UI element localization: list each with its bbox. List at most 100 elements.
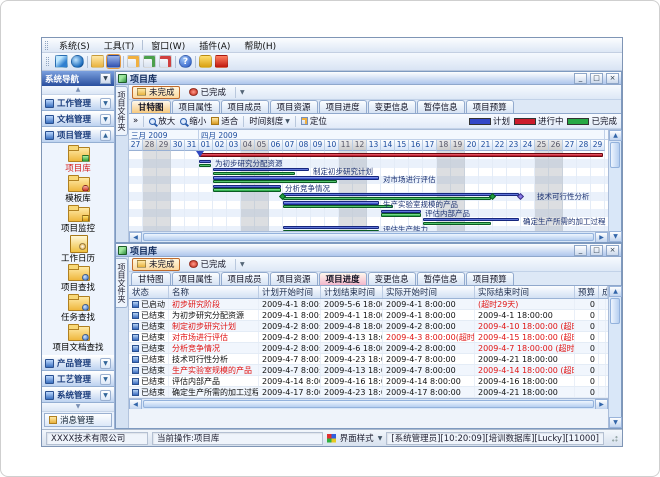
column-header-plan-end[interactable]: 计划结束时间 bbox=[321, 286, 383, 298]
gantt-bar-done[interactable] bbox=[213, 180, 337, 183]
gantt-marker-tri-blue[interactable] bbox=[196, 151, 204, 157]
table-row[interactable]: 已结束 分析竞争情况 2009-4-2 8:00:00 2009-4-6 18:… bbox=[129, 343, 608, 354]
maximize-button[interactable]: □ bbox=[590, 245, 603, 256]
gantt-row[interactable]: 技术可行性分析 bbox=[129, 192, 608, 200]
chevron-icon[interactable] bbox=[100, 98, 111, 109]
column-header-status[interactable]: 状态 bbox=[129, 286, 169, 298]
monitor-icon[interactable] bbox=[55, 55, 68, 68]
scroll-thumb[interactable] bbox=[143, 233, 594, 241]
sidebar-nav-item[interactable]: 项目文档查找 bbox=[42, 323, 114, 353]
minimize-button[interactable]: _ bbox=[574, 245, 587, 256]
locate-button[interactable]: 定位 bbox=[301, 115, 327, 127]
filter-button[interactable]: 已完成 bbox=[184, 258, 232, 271]
tab-message-management[interactable]: 消息管理 bbox=[44, 413, 112, 427]
chevron-icon[interactable] bbox=[100, 130, 111, 141]
scroll-thumb[interactable] bbox=[143, 400, 594, 408]
filter-button[interactable]: 已完成 bbox=[184, 86, 232, 99]
gantt-bar-plan[interactable] bbox=[283, 201, 379, 204]
sidebar-section-header[interactable]: 文档管理 bbox=[42, 111, 114, 127]
tab[interactable]: 项目资源 bbox=[270, 100, 318, 113]
sidebar-nav-item[interactable]: 模板库 bbox=[42, 175, 114, 205]
gantt-bar-done[interactable] bbox=[381, 213, 421, 216]
menu-item[interactable]: 系统(S) bbox=[53, 39, 96, 52]
toolbar-separator[interactable] bbox=[175, 56, 176, 68]
gantt-bar-done[interactable] bbox=[199, 164, 211, 167]
resize-grip[interactable] bbox=[610, 434, 618, 442]
tab[interactable]: 项目资源 bbox=[270, 272, 318, 285]
sidebar-section-header[interactable]: 工艺管理 bbox=[42, 371, 114, 387]
table-row[interactable]: 已结束 确定生产所需的加工过程 2009-4-17 8:00:00 2009-4… bbox=[129, 387, 608, 398]
tab[interactable]: 暂停信息 bbox=[417, 100, 465, 113]
scroll-up-icon[interactable]: ▲ bbox=[609, 130, 622, 141]
sidebar-section-header[interactable]: 系统管理 bbox=[42, 387, 114, 403]
pin-icon[interactable]: ▼ bbox=[100, 73, 111, 84]
tab[interactable]: 暂停信息 bbox=[417, 272, 465, 285]
tab[interactable]: 项目属性 bbox=[172, 100, 220, 113]
gantt-marker-diam-purple[interactable] bbox=[517, 193, 524, 200]
scroll-left-icon[interactable]: ◀ bbox=[129, 232, 142, 242]
open-folder-icon[interactable] bbox=[91, 55, 104, 68]
menu-item[interactable]: 帮助(H) bbox=[238, 39, 282, 52]
tab[interactable]: 甘特图 bbox=[131, 272, 171, 285]
gantt-horizontal-scrollbar[interactable]: ◀ ▶ bbox=[129, 231, 608, 242]
gantt-bar-done[interactable] bbox=[213, 188, 281, 191]
scroll-right-icon[interactable]: ▶ bbox=[595, 232, 608, 242]
tab[interactable]: 变更信息 bbox=[368, 100, 416, 113]
gantt-bar-plan[interactable] bbox=[423, 218, 519, 221]
gantt-bar-done[interactable] bbox=[423, 222, 491, 225]
gantt-bar-plan[interactable] bbox=[213, 185, 281, 188]
chevron-icon[interactable] bbox=[100, 374, 111, 385]
table-vertical-scrollbar[interactable]: ▲ ▼ bbox=[608, 286, 621, 428]
toolbar-separator[interactable] bbox=[195, 56, 196, 68]
interface-style-button[interactable]: 界面样式 bbox=[340, 432, 374, 444]
gantt-vertical-scrollbar[interactable]: ▲ ▼ bbox=[608, 130, 621, 242]
close-button[interactable]: × bbox=[606, 73, 619, 84]
sidebar-nav-item[interactable]: 项目查找 bbox=[42, 264, 114, 294]
tab-project-folder[interactable]: 项目文件夹 bbox=[116, 86, 128, 136]
tab[interactable]: 项目属性 bbox=[172, 272, 220, 285]
sidebar-nav-item[interactable]: 工作日历 bbox=[42, 234, 114, 264]
gantt-bar-plan[interactable] bbox=[213, 176, 379, 179]
column-header-actual-end[interactable]: 实际结束时间 bbox=[475, 286, 575, 298]
globe-icon[interactable] bbox=[71, 55, 84, 68]
menu-item[interactable]: 插件(A) bbox=[193, 39, 236, 52]
tab[interactable]: 项目成员 bbox=[221, 272, 269, 285]
chevron-icon[interactable] bbox=[100, 358, 111, 369]
scroll-down-icon[interactable]: ▼ bbox=[609, 417, 622, 428]
gantt-bar-done[interactable] bbox=[283, 205, 393, 208]
gantt-bar-done[interactable] bbox=[283, 230, 379, 231]
gantt-bar-plan[interactable] bbox=[213, 168, 309, 171]
column-header-cost[interactable]: 成 bbox=[599, 286, 608, 298]
scroll-up-icon[interactable]: ▲ bbox=[609, 286, 622, 297]
column-header-name[interactable]: 名称 bbox=[169, 286, 259, 298]
tab[interactable]: 项目进度 bbox=[319, 272, 367, 285]
table-horizontal-scrollbar[interactable]: ◀ ▶ bbox=[129, 398, 608, 409]
chevron-icon[interactable] bbox=[100, 390, 111, 401]
sidebar-nav-item[interactable]: 项目库 bbox=[42, 145, 114, 175]
table-row[interactable]: 已结束 制定初步研究计划 2009-4-2 8:00:00 2009-4-8 1… bbox=[129, 321, 608, 332]
table-row[interactable]: 已结束 为初步研究分配资源 2009-4-1 8:00:00 2009-4-1 … bbox=[129, 310, 608, 321]
toolbar-overflow-chevron[interactable]: » bbox=[133, 116, 138, 126]
maximize-button[interactable]: □ bbox=[590, 73, 603, 84]
zoom-in-button[interactable]: 放大 bbox=[149, 115, 175, 127]
doc-delete-icon[interactable] bbox=[159, 55, 172, 68]
doc-edit-icon[interactable] bbox=[143, 55, 156, 68]
timescale-button[interactable]: 时间刻度▼ bbox=[249, 115, 290, 127]
toolbar-separator[interactable] bbox=[123, 56, 124, 68]
tab[interactable]: 变更信息 bbox=[368, 272, 416, 285]
sidebar-section-header[interactable]: 产品管理 bbox=[42, 355, 114, 371]
gantt-row[interactable]: 确定生产所需的加工过程 bbox=[129, 217, 608, 225]
tab[interactable]: 项目成员 bbox=[221, 100, 269, 113]
lock-icon[interactable] bbox=[199, 55, 212, 68]
tab[interactable]: 项目预算 bbox=[466, 100, 514, 113]
sidebar-strip[interactable]: ▲ bbox=[42, 86, 114, 95]
fit-button[interactable]: 适合 bbox=[211, 115, 238, 127]
gantt-bar-plan[interactable] bbox=[199, 160, 211, 163]
chevron-icon[interactable] bbox=[100, 114, 111, 125]
table-row[interactable]: 已结束 评估内部产品 2009-4-14 8:00:00 2009-4-16 1… bbox=[129, 376, 608, 387]
sidebar-strip-bottom[interactable]: ▼ bbox=[42, 403, 114, 412]
filter-button[interactable]: 未完成 bbox=[132, 258, 180, 271]
table-row[interactable]: 已结束 生产实验室规模的产品 2009-4-7 8:00:00 2009-4-1… bbox=[129, 365, 608, 376]
scroll-down-icon[interactable]: ▼ bbox=[609, 231, 622, 242]
menubar-grip[interactable] bbox=[45, 41, 48, 50]
